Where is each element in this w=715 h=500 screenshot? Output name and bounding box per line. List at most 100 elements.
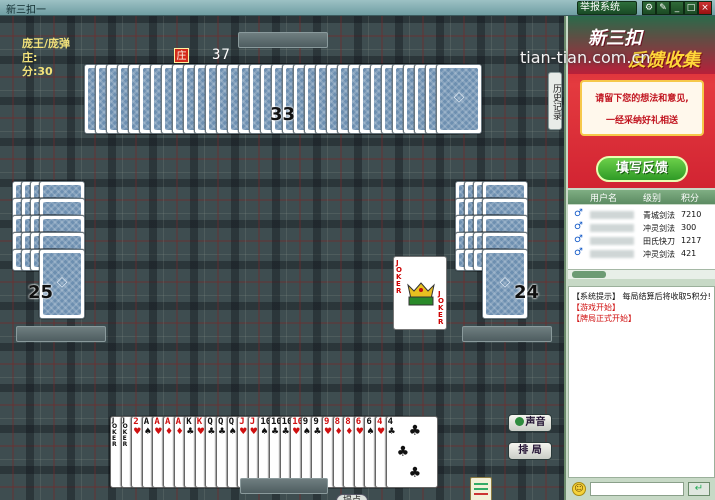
card-suit-icon: ♥ <box>154 427 163 437</box>
left-player-namebar <box>16 326 106 342</box>
top-card-count: 33 <box>270 104 296 125</box>
male-icon: ♂ <box>574 208 583 219</box>
sound-button[interactable]: 声音 <box>508 414 552 432</box>
chat-system-message: 【系统提示】 每局结算后将收取5积分! <box>572 292 711 301</box>
card-suit-icon: ♥ <box>133 427 142 437</box>
card-rank: Q <box>218 417 224 427</box>
user-row[interactable]: ♂ 冲灵剑法 300 <box>568 221 715 234</box>
card-suit-icon: ♣ <box>271 427 280 437</box>
right-player-namebar <box>462 326 552 342</box>
ad-message-card: 请留下您的想法和意见, 一经采纳好礼相送 <box>580 80 704 136</box>
score-sheet-icon[interactable] <box>470 477 492 500</box>
col-level[interactable]: 级别 <box>643 191 661 204</box>
sound-label: 声音 <box>525 417 546 428</box>
turn-timer: 37 <box>212 47 231 63</box>
top-player-namebar <box>238 32 328 48</box>
joker-logo-icon <box>407 282 435 306</box>
card-rank: 8 <box>334 417 341 427</box>
skin-icon[interactable]: ✎ <box>656 1 670 15</box>
chat-bar: ☺ ↵ <box>568 480 715 498</box>
card-suit-icon: ♣ <box>186 427 195 437</box>
user-list-scrollbar[interactable] <box>568 269 715 279</box>
male-icon: ♂ <box>574 234 583 245</box>
card-suit-icon: ♦ <box>345 427 354 437</box>
col-username[interactable]: 用户名 <box>590 191 617 204</box>
game-table: 庞王/庞弹 庄: 分:30 庄 37 33 25 24 历史记录 JOKER J… <box>0 16 564 500</box>
blurred-username <box>590 237 634 245</box>
card-rank: 8 <box>345 417 351 427</box>
chat-game-start: 【游戏开始】 <box>572 303 620 312</box>
card-suit-icon: ♠ <box>143 427 152 437</box>
chat-round-start: 【牌局正式开始】 <box>572 314 636 323</box>
card-rank: 9 <box>324 417 330 427</box>
card-rank: 9 <box>313 417 319 427</box>
card-rank: 9 <box>302 417 309 427</box>
settings-icon[interactable]: ⚙ <box>642 1 656 15</box>
maximize-icon[interactable]: □ <box>684 1 698 15</box>
card-rank: A <box>175 417 182 427</box>
feedback-button[interactable]: 填写反馈 <box>596 156 688 182</box>
history-tab[interactable]: 历史记录 <box>548 72 562 130</box>
card-suit-icon: ♦ <box>334 427 343 437</box>
ad-line-2: 一经采纳好礼相送 <box>605 116 678 126</box>
window-title: 新三扣一 <box>6 5 46 16</box>
card-suit-icon: ♣ <box>218 427 227 437</box>
card-rank: 6 <box>355 417 362 427</box>
joker-text-bottom: JOKER <box>438 290 444 326</box>
scrollbar-thumb[interactable] <box>572 271 606 278</box>
zhuang-badge: 庄 <box>174 48 189 63</box>
card-suit-icon: ♥ <box>249 427 258 437</box>
card-suit-icon: ♣ <box>313 427 322 437</box>
card-rank: A <box>143 417 150 427</box>
card-suit-icon: ♥ <box>355 427 364 437</box>
user-list-header: 用户名 级别 积分 <box>568 190 715 204</box>
user-row[interactable]: ♂ 青城剑法 7210 <box>568 208 715 221</box>
minimize-icon[interactable]: _ <box>670 1 684 15</box>
card-rank: 2 <box>133 417 139 427</box>
card-suit-icon: ♣ <box>281 427 290 437</box>
user-list: ♂ 青城剑法 7210 ♂ 冲灵剑法 300 ♂ 田氏快刀 1217 ♂ 冲灵剑法 421 <box>568 205 715 271</box>
card-pip-icon: ♣ <box>408 423 422 439</box>
blurred-username <box>590 211 634 219</box>
chat-input[interactable] <box>590 482 684 496</box>
card-suit-icon: ♠ <box>302 427 311 437</box>
right-card-count: 24 <box>514 282 540 303</box>
self-namebar <box>240 478 328 494</box>
card-rank: 4 <box>377 417 383 427</box>
card-suit-icon: ♥ <box>239 427 248 437</box>
user-score: 421 <box>681 249 697 258</box>
user-row[interactable]: ♂ 田氏快刀 1217 <box>568 234 715 247</box>
card-suit-icon: ♥ <box>324 427 333 437</box>
report-button[interactable]: 举报系统 <box>577 1 637 15</box>
card-suit-icon: ♠ <box>228 427 237 437</box>
card-rank: Q <box>228 417 235 427</box>
card-suit-icon: ♥ <box>196 427 205 437</box>
blurred-username <box>590 250 634 258</box>
card-suit-icon: ♥ <box>292 427 301 437</box>
card-rank: 4 <box>387 417 394 427</box>
user-row[interactable]: ♂ 冲灵剑法 421 <box>568 247 715 260</box>
male-icon: ♂ <box>574 247 583 258</box>
user-level: 冲灵剑法 <box>643 224 675 233</box>
emoji-icon[interactable]: ☺ <box>572 482 586 496</box>
ad-line-1: 请留下您的想法和意见, <box>595 94 689 104</box>
card-rank: J <box>239 417 245 427</box>
game-window: 新三扣一 举报系统 ⚙ ✎ _ □ × 庞王/庞弹 庄: 分:30 庄 37 3… <box>0 0 715 500</box>
user-score: 300 <box>681 223 697 232</box>
card-rank: J <box>249 417 256 427</box>
watermark-text: tian-tian.com.cn <box>520 48 651 67</box>
send-icon[interactable]: ↵ <box>688 482 710 496</box>
hand-card[interactable]: 4 ♣ ♣ ♣ ♣ <box>385 416 438 488</box>
card-rank: JOKER <box>112 417 118 448</box>
sort-button[interactable]: 排 局 <box>508 442 552 460</box>
feedback-ad[interactable]: 新三扣 反馈收集 请留下您的想法和意见, 一经采纳好礼相送 填写反馈 <box>568 16 715 188</box>
col-score[interactable]: 积分 <box>681 191 699 204</box>
user-level: 田氏快刀 <box>643 237 675 246</box>
card-suit-icon: ♣ <box>387 427 396 437</box>
card-suit-icon: ♠ <box>366 427 375 437</box>
chat-log: 【系统提示】 每局结算后将收取5积分! 【游戏开始】 【牌局正式开始】 <box>568 286 715 478</box>
report-label: 举报系统 <box>580 2 620 13</box>
tip-button[interactable]: 提点 <box>336 494 368 500</box>
card-rank: A <box>165 417 171 427</box>
close-icon[interactable]: × <box>698 1 712 15</box>
